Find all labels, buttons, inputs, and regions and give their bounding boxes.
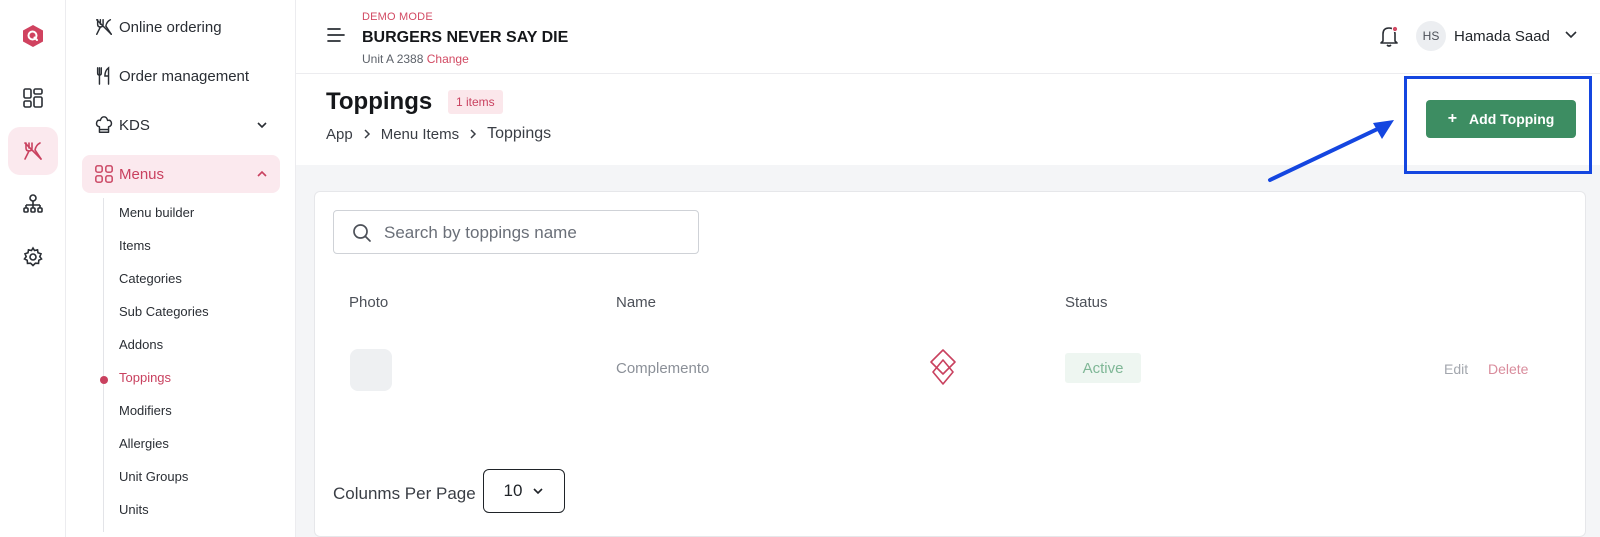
columns-per-page-value: 10 xyxy=(503,481,523,500)
app-logo-icon[interactable] xyxy=(21,24,45,48)
notification-bell-icon[interactable] xyxy=(1378,24,1400,48)
submenu-item-units[interactable]: Units xyxy=(119,502,149,517)
sidebar-item-label: Order management xyxy=(119,67,250,85)
submenu-item-sub-categories[interactable]: Sub Categories xyxy=(119,304,209,319)
annotation-highlight-box xyxy=(1404,76,1592,174)
sidebar-item-label: KDS xyxy=(119,116,150,134)
column-header-photo: Photo xyxy=(349,294,389,311)
rail-organization-button[interactable] xyxy=(8,180,58,228)
chef-hat-icon xyxy=(95,116,113,133)
chevron-down-icon xyxy=(533,488,544,495)
submenu-item-categories[interactable]: Categories xyxy=(119,271,182,286)
submenu-divider xyxy=(103,198,104,532)
rail-settings-button[interactable] xyxy=(8,233,58,281)
submenu-item-unit-groups[interactable]: Unit Groups xyxy=(119,469,188,484)
icon-rail xyxy=(0,0,66,537)
breadcrumb-menu-items[interactable]: Menu Items xyxy=(381,126,459,143)
search-input[interactable] xyxy=(384,221,684,245)
annotation-arrow-icon xyxy=(1268,120,1394,182)
columns-per-page-select[interactable]: 10 xyxy=(483,469,565,513)
utensils-icon xyxy=(96,66,110,85)
sidebar-item-label: Menus xyxy=(119,165,165,183)
sidebar-item-kds[interactable]: KDS xyxy=(82,106,280,144)
placeholder-diamond-icon xyxy=(930,349,956,385)
unit-line: Unit A 2388 Change xyxy=(362,52,469,66)
user-name[interactable]: Hamada Saad xyxy=(1454,28,1550,45)
item-count-badge: 1 items xyxy=(448,90,503,114)
topping-name: Complemento xyxy=(616,360,710,377)
submenu-item-items[interactable]: Items xyxy=(119,238,151,253)
edit-link[interactable]: Edit xyxy=(1444,361,1468,377)
sidebar-item-label: Online ordering xyxy=(119,18,222,36)
submenu-item-menu-builder[interactable]: Menu builder xyxy=(119,205,194,220)
submenu-item-toppings[interactable]: Toppings xyxy=(119,370,171,385)
toppings-table-card: Photo Name Status Complemento Active Edi… xyxy=(314,191,1586,537)
top-header: DEMO MODE BURGERS NEVER SAY DIE Unit A 2… xyxy=(296,0,1600,74)
change-unit-link[interactable]: Change xyxy=(427,52,469,66)
avatar[interactable]: HS xyxy=(1416,21,1446,51)
submenu-item-addons[interactable]: Addons xyxy=(119,337,163,352)
chevron-right-icon xyxy=(364,129,370,139)
column-header-name: Name xyxy=(616,294,657,311)
page-title: Toppings xyxy=(326,88,433,115)
column-header-status: Status xyxy=(1065,294,1108,311)
sidebar-item-menus[interactable]: Menus xyxy=(82,155,280,193)
columns-per-page-label: Colunms Per Page xyxy=(333,484,476,503)
search-box xyxy=(333,210,699,254)
sidebar: Online ordering Order management KDS Men… xyxy=(66,0,296,537)
breadcrumb-app[interactable]: App xyxy=(326,126,353,143)
sidebar-item-order-management[interactable]: Order management xyxy=(82,57,280,95)
fork-knife-icon xyxy=(96,19,113,35)
unit-label: Unit A 2388 xyxy=(362,52,424,66)
breadcrumb: App Menu Items Toppings xyxy=(326,125,551,143)
status-badge: Active xyxy=(1065,353,1141,383)
search-icon xyxy=(353,224,371,242)
org-chart-icon xyxy=(23,194,43,213)
topping-photo-placeholder xyxy=(350,349,392,391)
chevron-down-icon xyxy=(257,122,267,129)
rail-menus-button[interactable] xyxy=(8,127,58,175)
fork-knife-icon xyxy=(24,142,42,160)
chevron-up-icon xyxy=(257,170,267,177)
chevron-right-icon xyxy=(470,129,477,139)
delete-link[interactable]: Delete xyxy=(1488,361,1528,377)
dashboard-icon xyxy=(23,88,43,108)
rail-dashboard-button[interactable] xyxy=(8,74,58,122)
hamburger-menu-icon[interactable] xyxy=(326,26,346,44)
store-name: BURGERS NEVER SAY DIE xyxy=(362,29,569,46)
breadcrumb-current: Toppings xyxy=(487,125,552,142)
content-area: Photo Name Status Complemento Active Edi… xyxy=(296,165,1600,537)
submenu-item-modifiers[interactable]: Modifiers xyxy=(119,403,172,418)
grid-icon xyxy=(95,165,113,183)
submenu-item-allergies[interactable]: Allergies xyxy=(119,436,169,451)
demo-mode-label: DEMO MODE xyxy=(362,11,433,23)
chevron-down-icon[interactable] xyxy=(1564,30,1578,39)
active-indicator-dot xyxy=(100,376,108,384)
gear-icon xyxy=(23,246,43,267)
sidebar-item-online-ordering[interactable]: Online ordering xyxy=(82,8,280,46)
